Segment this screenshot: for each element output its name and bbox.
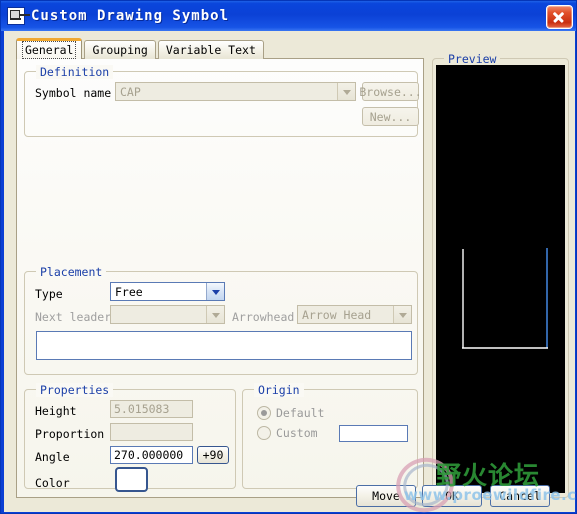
dialog-window: Custom Drawing Symbol General Grouping V…	[0, 0, 577, 514]
angle-plus-90-label: +90	[202, 448, 224, 462]
tab-general[interactable]: General	[16, 38, 83, 59]
definition-group-title: Definition	[36, 65, 114, 79]
origin-custom-label: Custom	[276, 426, 318, 440]
origin-group-title: Origin	[254, 383, 304, 397]
arrowhead-combo[interactable]: Arrow Head	[297, 305, 412, 324]
browse-button[interactable]: Browse...	[359, 82, 422, 101]
tab-variable-text[interactable]: Variable Text	[157, 40, 264, 59]
placement-list-box[interactable]	[36, 331, 412, 360]
origin-default-radio[interactable]: Default	[257, 406, 324, 420]
arrowhead-value: Arrow Head	[302, 307, 372, 322]
window-title: Custom Drawing Symbol	[31, 8, 230, 24]
properties-group: Properties Height 5.015083 Proportion An…	[24, 383, 236, 492]
chevron-down-icon	[393, 306, 411, 323]
type-value: Free	[115, 284, 143, 299]
preview-group-title: Preview	[444, 52, 501, 66]
height-value: 5.015083	[114, 402, 170, 416]
move-button-label: Move	[372, 489, 400, 503]
radio-dot-icon	[257, 406, 271, 420]
proportion-label: Proportion	[35, 427, 105, 441]
new-button[interactable]: New...	[362, 107, 419, 126]
symbol-name-value: CAP	[120, 84, 141, 99]
origin-custom-radio[interactable]: Custom	[257, 426, 318, 440]
chevron-down-icon	[206, 283, 224, 300]
cancel-button[interactable]: Cancel	[490, 485, 550, 507]
new-button-label: New...	[369, 109, 412, 124]
ok-button[interactable]: OK	[422, 485, 482, 507]
height-label: Height	[35, 404, 77, 418]
cancel-button-label: Cancel	[499, 489, 541, 503]
tab-grouping-label: Grouping	[92, 43, 148, 57]
chevron-down-icon	[206, 306, 224, 323]
placement-group: Placement Type Free Next leader Arrowhea…	[24, 265, 418, 375]
angle-field[interactable]: 270.000000	[110, 446, 193, 464]
dialog-client-area: General Grouping Variable Text Definitio…	[4, 31, 575, 512]
symbol-name-label: Symbol name	[35, 86, 112, 100]
radio-dot-icon	[257, 426, 271, 440]
symbol-preview-drawing	[462, 248, 548, 349]
chevron-down-icon	[337, 83, 355, 100]
tab-strip: General Grouping Variable Text	[16, 38, 266, 59]
symbol-name-combo[interactable]: CAP	[115, 82, 356, 101]
origin-default-label: Default	[276, 406, 325, 420]
placement-group-title: Placement	[36, 265, 107, 279]
move-button[interactable]: Move	[356, 485, 416, 507]
preview-group: Preview	[432, 52, 569, 498]
origin-custom-field[interactable]	[339, 425, 408, 442]
ok-button-label: OK	[445, 489, 459, 503]
browse-button-label: Browse...	[359, 84, 422, 99]
origin-group: Origin Default Custom	[242, 383, 418, 489]
general-tab-panel: Definition Symbol name CAP Browse... New…	[16, 58, 424, 498]
color-swatch-button[interactable]	[115, 467, 148, 492]
next-leader-label: Next leader	[35, 310, 112, 324]
title-bar: Custom Drawing Symbol	[1, 1, 576, 31]
angle-value: 270.000000	[114, 448, 184, 462]
color-label: Color	[35, 476, 70, 490]
definition-group: Definition Symbol name CAP Browse... New…	[24, 65, 422, 137]
preview-canvas[interactable]	[436, 65, 565, 493]
arrowhead-label: Arrowhead	[232, 310, 295, 324]
tab-variable-text-label: Variable Text	[165, 43, 256, 57]
close-button[interactable]	[546, 5, 573, 29]
next-leader-combo[interactable]	[110, 305, 225, 324]
proportion-field[interactable]	[110, 423, 193, 441]
window-symbol-icon	[7, 7, 25, 25]
tab-general-label: General	[21, 41, 77, 59]
angle-label: Angle	[35, 450, 70, 464]
height-field[interactable]: 5.015083	[110, 400, 193, 418]
type-combo[interactable]: Free	[110, 282, 225, 301]
angle-plus-90-button[interactable]: +90	[197, 446, 229, 464]
properties-group-title: Properties	[36, 383, 114, 397]
type-label: Type	[35, 287, 63, 301]
tab-grouping[interactable]: Grouping	[84, 40, 156, 59]
